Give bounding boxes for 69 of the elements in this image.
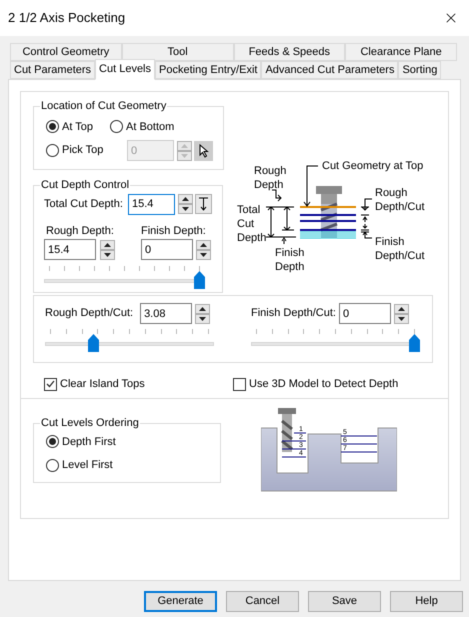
dialog-button[interactable]: Generate [144, 591, 217, 612]
spin-up-button[interactable] [195, 304, 210, 314]
up-arrow-icon [398, 306, 405, 310]
field-label: Finish Depth: [141, 224, 207, 238]
number-field[interactable]: 0 [338, 303, 391, 324]
dialog-button[interactable]: Cancel [226, 591, 299, 612]
spin-up-button[interactable] [100, 240, 115, 250]
depth-arrow-icon [199, 197, 208, 211]
slider-thumb[interactable] [88, 334, 99, 352]
group-title: Cut Depth Control [40, 178, 130, 193]
number-field[interactable]: 15.4 [44, 239, 96, 260]
slider-thumb[interactable] [409, 334, 420, 352]
tab[interactable]: Cut Parameters [10, 61, 96, 79]
field-label: Rough Depth: [45, 224, 115, 238]
total-cut-depth-label: Total Cut Depth [237, 203, 267, 245]
depth-button[interactable] [195, 194, 212, 214]
up-arrow-icon [200, 242, 207, 246]
spin-up-button[interactable] [394, 304, 409, 314]
spin-down-button[interactable] [100, 250, 115, 260]
group-title: Cut Levels Ordering [40, 416, 140, 431]
group-title: Location of Cut Geometry [40, 99, 168, 114]
radio-button[interactable]: Depth First [46, 434, 116, 450]
radio-button[interactable]: At Bottom [110, 118, 174, 135]
dialog-button[interactable]: Save [308, 591, 381, 612]
radio-button[interactable]: At Top [46, 118, 93, 135]
spin-down-button[interactable] [196, 250, 211, 260]
finish-depth-per-cut-label: Finish Depth/Cut [375, 235, 426, 263]
cut-geometry-label: Cut Geometry at Top [322, 159, 424, 173]
spin-down-button[interactable] [195, 314, 210, 324]
field-label: Rough Depth/Cut: [45, 306, 134, 322]
tab[interactable]: Control Geometry [10, 43, 122, 61]
cursor-icon [198, 144, 208, 158]
spin-up-button[interactable] [196, 240, 211, 250]
number-field[interactable]: 3.08 [140, 303, 192, 324]
up-arrow-icon [182, 197, 189, 201]
radio-button[interactable]: Level First [46, 457, 113, 474]
down-arrow-icon [398, 316, 405, 320]
number-field[interactable]: 15.4 [128, 194, 175, 214]
field-label: Total Cut Depth: [44, 196, 124, 212]
slider-thumb[interactable] [194, 271, 205, 289]
spin-down-button[interactable] [394, 314, 409, 324]
up-arrow-icon [104, 242, 111, 246]
up-arrow-icon [199, 306, 206, 310]
rough-depth-label: Rough Depth [254, 164, 286, 192]
down-arrow-icon [181, 154, 188, 158]
field-label: Finish Depth/Cut: [251, 306, 336, 322]
checkbox[interactable]: Clear Island Tops [44, 373, 233, 395]
tab[interactable]: Cut Levels [95, 59, 156, 80]
dialog-button[interactable]: Help [390, 591, 463, 612]
down-arrow-icon [200, 252, 207, 256]
finish-depth-label: Finish Depth [275, 246, 306, 274]
spin-down-button[interactable] [178, 204, 193, 214]
down-arrow-icon [199, 316, 206, 320]
rough-depth-per-cut-label: Rough Depth/Cut [375, 186, 426, 214]
tab[interactable]: Sorting [398, 61, 442, 79]
up-arrow-icon [181, 144, 188, 148]
tab[interactable]: Feeds & Speeds [234, 43, 346, 61]
tab[interactable]: Clearance Plane [345, 43, 457, 61]
window-title: 2 1/2 Axis Pocketing [8, 9, 126, 28]
down-arrow-icon [182, 207, 189, 211]
spin-up-button[interactable] [178, 194, 193, 204]
number-field[interactable]: 0 [141, 239, 193, 260]
tab[interactable]: Advanced Cut Parameters [261, 61, 398, 79]
tab[interactable]: Pocketing Entry/Exit [155, 61, 262, 79]
radio-button[interactable]: Pick Top [46, 142, 127, 159]
tab[interactable]: Tool [122, 43, 234, 61]
down-arrow-icon [104, 252, 111, 256]
checkbox[interactable]: Use 3D Model to Detect Depth [233, 373, 398, 395]
check-icon [46, 380, 55, 388]
